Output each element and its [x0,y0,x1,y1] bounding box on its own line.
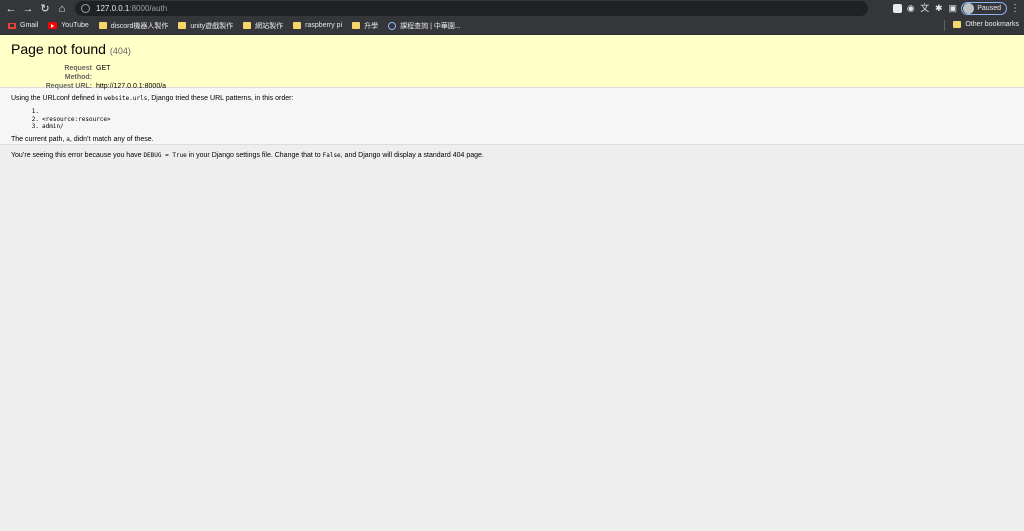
bookmark-gmail[interactable]: Gmail [8,22,38,29]
folder-icon [178,22,187,29]
list-item: 2. <resource:resource> [29,116,1013,124]
urlconf-intro: Using the URLconf defined in website.url… [11,94,1013,103]
explanation-text: You’re seeing this error because you hav… [11,151,1013,160]
address-bar[interactable]: 127.0.0.1:8000/auth [75,1,868,16]
url-host: 127.0.0.1 [96,4,130,13]
gmail-icon [8,22,16,29]
list-item: 3. admin/ [29,123,1013,131]
folder-icon [98,22,107,29]
reload-icon[interactable]: ↻ [37,1,53,17]
debug-explanation: You’re seeing this error because you hav… [0,145,1024,166]
status-code: (404) [109,46,131,56]
request-method-value: GET [96,65,111,72]
bookmark-folder-web[interactable]: 網站製作 [243,21,283,31]
pattern-number: 3. [31,123,39,130]
bookmark-folder-school[interactable]: 升學 [352,21,378,31]
other-bookmarks[interactable]: Other bookmarks [953,21,1019,28]
forward-icon[interactable]: → [20,1,36,17]
bookmark-label: unity遊戲製作 [190,22,234,30]
puzzle-icon[interactable]: ✱ [933,3,944,14]
bookmark-folder-unity[interactable]: unity遊戲製作 [178,21,233,31]
browser-toolbar: ← → ↻ ⌂ 127.0.0.1:8000/auth ◉ 文 ✱ ▣ Paus… [0,0,1024,17]
pattern-text: admin/ [42,123,64,130]
youtube-icon [48,22,58,29]
site-info-icon[interactable] [81,4,90,13]
explanation-part1: You’re seeing this error because you hav… [11,152,144,159]
extensions-area: ◉ 文 ✱ ▣ Paused ⋮ [893,1,1020,16]
folder-icon [953,21,962,28]
intro-text-end: , Django tried these URL patterns, in th… [147,95,294,102]
request-url-label: Request URL: [45,83,92,90]
explanation-part3: , and Django will display a standard 404… [340,152,484,159]
request-method-label: Request Method: [64,65,92,81]
extension-badge-icon[interactable]: ◉ [905,3,916,14]
false-value: False [322,152,341,159]
error-summary: Page not found (404) Request Method: GET… [0,35,1024,91]
bookmark-label: raspberry pi [305,22,343,29]
page-content: Page not found (404) Request Method: GET… [0,35,1024,531]
page-title-text: Page not found [11,41,106,57]
folder-icon [352,22,361,29]
other-bookmarks-label: Other bookmarks [965,21,1019,28]
side-panel-icon[interactable]: ▣ [947,3,958,14]
nav-buttons: ← → ↻ ⌂ [0,1,70,17]
folder-icon [243,22,252,29]
profile-status: Paused [977,5,1001,12]
bookmark-course-search[interactable]: 課程查詢 | 中華園... [388,21,461,31]
translate-icon[interactable]: 文 [919,3,930,14]
intro-text: Using the URLconf defined in [11,95,104,102]
bookmark-label: discord機器人製作 [110,22,169,30]
profile-button[interactable]: Paused [961,2,1007,15]
request-method-row: Request Method: GET [38,64,1013,82]
menu-icon[interactable]: ⋮ [1010,3,1020,14]
bookmark-label: YouTube [61,22,89,29]
current-path-before: The current path, [11,135,67,143]
urlconf-name: website.urls [104,95,148,102]
extension-icon[interactable] [893,4,903,13]
pattern-number: 2. [31,115,39,123]
avatar [963,3,975,14]
bookmarks-bar: Gmail YouTube discord機器人製作 unity遊戲製作 網站製… [0,17,1024,35]
folder-icon [293,22,302,29]
bookmarks-divider [944,20,945,31]
bookmark-label: 網站製作 [255,22,284,30]
url-path: :8000/auth [129,4,168,13]
pattern-text: <resource:resource> [42,115,111,123]
request-url-value: http://127.0.0.1:8000/a [96,83,167,90]
bookmark-label: 課程查詢 | 中華園... [400,22,461,30]
explanation-part2: in your Django settings file. Change tha… [186,152,323,159]
bookmark-label: Gmail [20,22,39,29]
debug-setting: DEBUG = True [143,152,187,159]
bookmark-label: 升學 [364,22,379,30]
current-path-message: The current path, a, didn’t match any of… [11,135,1013,144]
url-patterns-list: 1. 2. <resource:resource> 3. admin/ [29,108,1013,131]
bookmark-folder-discord[interactable]: discord機器人製作 [98,21,169,31]
request-meta: Request Method: GET Request URL: http://… [38,64,1013,91]
bookmark-youtube[interactable]: YouTube [48,22,89,29]
globe-icon [388,21,397,30]
back-icon[interactable]: ← [3,1,19,17]
page-title: Page not found (404) [11,41,1013,59]
home-icon[interactable]: ⌂ [54,1,70,17]
pattern-number: 1. [31,108,39,115]
bookmark-folder-raspberry[interactable]: raspberry pi [293,22,342,29]
urlconf-info: Using the URLconf defined in website.url… [0,88,1024,145]
current-path-after: , didn’t match any of these. [69,135,154,143]
list-item: 1. [29,108,1013,116]
